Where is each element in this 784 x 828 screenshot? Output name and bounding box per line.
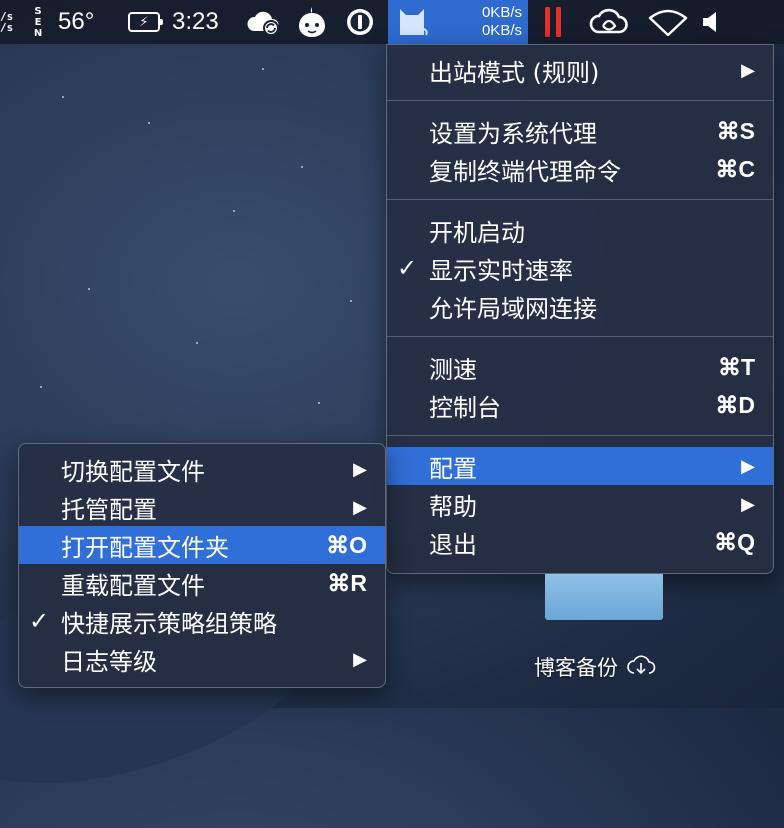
star <box>40 386 42 388</box>
proxy-app-menu: 出站模式 (规则) ▶ 设置为系统代理 ⌘S 复制终端代理命令 ⌘C 开机启动 … <box>386 44 774 574</box>
submenu-arrow-icon: ▶ <box>353 496 367 518</box>
config-submenu: 切换配置文件 ▶ 托管配置 ▶ 打开配置文件夹 ⌘O 重载配置文件 ⌘R ✓ 快… <box>18 443 386 688</box>
menu-item-copy-terminal-command[interactable]: 复制终端代理命令 ⌘C <box>387 150 773 188</box>
star <box>88 288 90 290</box>
network-speed-small[interactable]: /s /s <box>0 0 14 44</box>
battery-icon[interactable]: ⚡ <box>126 0 163 44</box>
menu-item-label: 重载配置文件 <box>61 571 205 600</box>
sensor-letter: E <box>34 16 42 28</box>
menu-item-label: 帮助 <box>429 492 477 521</box>
checkmark-icon: ✓ <box>397 254 418 282</box>
menu-item-speed-test[interactable]: 测速 ⌘T <box>387 348 773 386</box>
menu-item-reload-config[interactable]: 重载配置文件 ⌘R <box>19 564 385 602</box>
menu-item-label: 控制台 <box>429 393 501 422</box>
star <box>350 300 352 302</box>
menu-item-help[interactable]: 帮助 ▶ <box>387 485 773 523</box>
star <box>196 342 198 344</box>
star <box>62 96 64 98</box>
submenu-arrow-icon: ▶ <box>353 458 367 480</box>
menu-item-label: 打开配置文件夹 <box>61 533 229 562</box>
menu-separator <box>387 100 773 101</box>
upload-speed: 0KB/s <box>481 4 522 21</box>
icloud-download-icon <box>626 654 656 681</box>
submenu-arrow-icon: ▶ <box>741 493 755 515</box>
sensor-letter: N <box>33 27 43 39</box>
menu-shortcut: ⌘R <box>327 569 367 596</box>
charging-bolt-icon: ⚡ <box>139 14 149 30</box>
pause-icon[interactable] <box>528 0 578 44</box>
speed-readout: 0KB/s 0KB/s <box>482 4 522 40</box>
star <box>262 68 264 70</box>
menu-item-quit[interactable]: 退出 ⌘Q <box>387 523 773 561</box>
download-speed: 0KB/s <box>481 22 522 39</box>
submenu-arrow-icon: ▶ <box>353 648 367 670</box>
menu-item-label: 复制终端代理命令 <box>429 157 621 186</box>
menu-item-managed-config[interactable]: 托管配置 ▶ <box>19 488 385 526</box>
menu-shortcut: ⌘S <box>716 117 755 144</box>
temperature-readout[interactable]: 56° <box>58 0 114 44</box>
menu-item-open-config-folder[interactable]: 打开配置文件夹 ⌘O <box>19 526 385 564</box>
menu-item-label: 切换配置文件 <box>61 457 205 486</box>
menu-item-label: 托管配置 <box>61 495 157 524</box>
star <box>148 122 150 124</box>
star <box>301 166 303 168</box>
net-small-down: /s <box>0 21 14 34</box>
menu-item-quick-show-policy[interactable]: ✓ 快捷展示策略组策略 <box>19 602 385 640</box>
menu-item-label: 设置为系统代理 <box>429 119 597 148</box>
menu-item-outbound-mode[interactable]: 出站模式 (规则) ▶ <box>387 51 773 89</box>
menu-item-switch-profile[interactable]: 切换配置文件 ▶ <box>19 450 385 488</box>
proxy-status-item[interactable]: 0KB/s 0KB/s <box>388 0 528 44</box>
menu-item-label: 允许局域网连接 <box>429 294 597 323</box>
menu-item-allow-lan[interactable]: 允许局域网连接 <box>387 287 773 325</box>
menu-shortcut: ⌘D <box>715 391 755 418</box>
menu-item-label: 退出 <box>429 530 477 559</box>
menu-item-show-speed[interactable]: ✓ 显示实时速率 <box>387 249 773 287</box>
cloud-sync-icon[interactable] <box>240 0 288 44</box>
menu-item-launch-at-login[interactable]: 开机启动 <box>387 211 773 249</box>
menu-item-label: 出站模式 (规则) <box>429 58 600 87</box>
folder-name: 博客备份 <box>534 656 618 680</box>
menu-separator <box>387 336 773 337</box>
desktop-folder-label[interactable]: 博客备份 <box>534 652 656 682</box>
sensor-letter: S <box>34 5 42 17</box>
menu-item-set-system-proxy[interactable]: 设置为系统代理 ⌘S <box>387 112 773 150</box>
menu-item-label: 测速 <box>429 355 477 384</box>
menu-item-label: 显示实时速率 <box>429 256 573 285</box>
menu-shortcut: ⌘O <box>326 531 367 558</box>
menu-shortcut: ⌘T <box>717 353 755 380</box>
menu-separator <box>387 199 773 200</box>
menu-item-config[interactable]: 配置 ▶ <box>387 447 773 485</box>
volume-icon[interactable] <box>696 0 726 44</box>
menu-item-log-level[interactable]: 日志等级 ▶ <box>19 640 385 678</box>
onepassword-icon[interactable] <box>336 0 384 44</box>
submenu-arrow-icon: ▶ <box>741 59 755 81</box>
wifi-icon[interactable] <box>640 0 696 44</box>
menu-separator <box>387 435 773 436</box>
menu-shortcut: ⌘Q <box>714 528 755 555</box>
menu-item-label: 快捷展示策略组策略 <box>61 609 277 638</box>
menu-clock[interactable]: 3:23 <box>172 0 240 44</box>
desktop-folder-icon[interactable] <box>545 574 663 620</box>
sensor-label[interactable]: S E N <box>26 6 50 39</box>
submenu-arrow-icon: ▶ <box>741 455 755 477</box>
menu-shortcut: ⌘C <box>715 155 755 182</box>
menu-item-dashboard[interactable]: 控制台 ⌘D <box>387 386 773 424</box>
menu-item-label: 配置 <box>429 454 477 483</box>
checkmark-icon: ✓ <box>29 607 50 635</box>
menu-item-label: 开机启动 <box>429 218 525 247</box>
star <box>233 210 235 212</box>
star <box>318 402 320 404</box>
menu-bar: /s /s S E N 56° ⚡ 3:23 0KB/s 0KB/s <box>0 0 784 44</box>
ghost-app-icon[interactable] <box>288 0 336 44</box>
cat-proxy-icon <box>396 3 428 41</box>
creative-cloud-icon[interactable] <box>578 0 640 44</box>
menu-item-label: 日志等级 <box>61 647 157 676</box>
